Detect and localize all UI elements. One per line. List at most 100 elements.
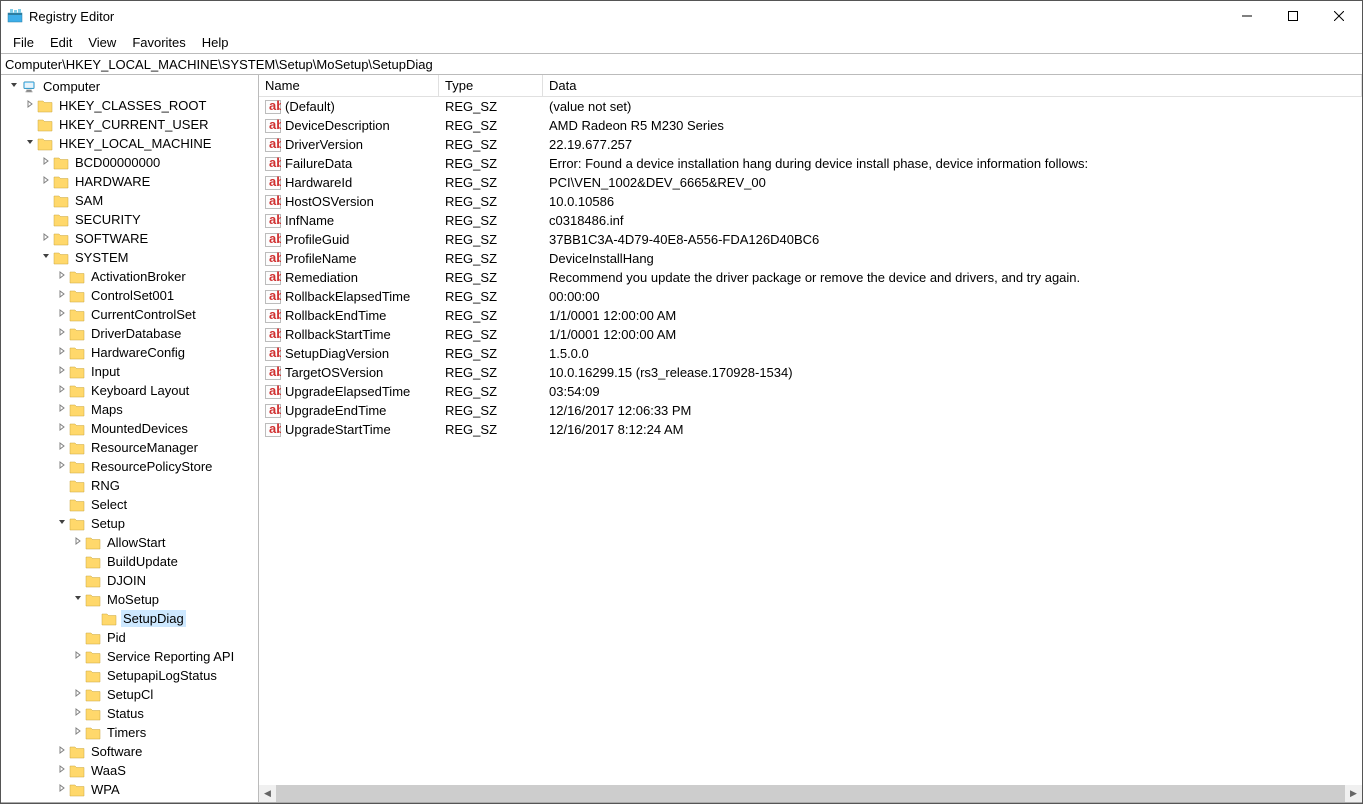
list-row[interactable]: RollbackElapsedTimeREG_SZ00:00:00 — [259, 287, 1362, 306]
chevron-right-icon[interactable] — [55, 745, 69, 758]
tree-item[interactable]: Input — [1, 362, 258, 381]
tree-item[interactable]: ControlSet001 — [1, 286, 258, 305]
tree-item[interactable]: SOFTWARE — [1, 229, 258, 248]
menu-help[interactable]: Help — [194, 33, 237, 52]
list-row[interactable]: HostOSVersionREG_SZ10.0.10586 — [259, 192, 1362, 211]
chevron-right-icon[interactable] — [55, 783, 69, 796]
tree-item[interactable]: SECURITY — [1, 210, 258, 229]
chevron-right-icon[interactable] — [71, 688, 85, 701]
tree-item[interactable]: Computer — [1, 77, 258, 96]
tree-item[interactable]: DriverDatabase — [1, 324, 258, 343]
chevron-down-icon[interactable] — [7, 80, 21, 93]
tree-item[interactable]: Setup — [1, 514, 258, 533]
chevron-down-icon[interactable] — [55, 517, 69, 530]
column-header-name[interactable]: Name — [259, 75, 439, 96]
scroll-left-icon[interactable]: ◀ — [259, 785, 276, 802]
tree-item[interactable]: ActivationBroker — [1, 267, 258, 286]
chevron-right-icon[interactable] — [55, 460, 69, 473]
column-header-data[interactable]: Data — [543, 75, 1362, 96]
chevron-right-icon[interactable] — [71, 536, 85, 549]
tree-item[interactable]: Status — [1, 704, 258, 723]
list-row[interactable]: RollbackEndTimeREG_SZ1/1/0001 12:00:00 A… — [259, 306, 1362, 325]
tree-item[interactable]: SYSTEM — [1, 248, 258, 267]
tree-item[interactable]: SAM — [1, 191, 258, 210]
chevron-right-icon[interactable] — [55, 384, 69, 397]
tree-item[interactable]: Pid — [1, 628, 258, 647]
list-row[interactable]: UpgradeEndTimeREG_SZ12/16/2017 12:06:33 … — [259, 401, 1362, 420]
chevron-right-icon[interactable] — [55, 764, 69, 777]
chevron-right-icon[interactable] — [55, 441, 69, 454]
chevron-right-icon[interactable] — [71, 726, 85, 739]
chevron-right-icon[interactable] — [55, 422, 69, 435]
list-row[interactable]: HardwareIdREG_SZPCI\VEN_1002&DEV_6665&RE… — [259, 173, 1362, 192]
tree-item[interactable]: MoSetup — [1, 590, 258, 609]
tree-item[interactable]: DJOIN — [1, 571, 258, 590]
chevron-right-icon[interactable] — [55, 346, 69, 359]
chevron-right-icon[interactable] — [55, 289, 69, 302]
tree-item[interactable]: SetupCl — [1, 685, 258, 704]
chevron-down-icon[interactable] — [23, 137, 37, 150]
menu-favorites[interactable]: Favorites — [124, 33, 193, 52]
tree-item[interactable]: Software — [1, 742, 258, 761]
address-bar[interactable]: Computer\HKEY_LOCAL_MACHINE\SYSTEM\Setup… — [1, 53, 1362, 75]
list-row[interactable]: UpgradeStartTimeREG_SZ12/16/2017 8:12:24… — [259, 420, 1362, 439]
chevron-right-icon[interactable] — [55, 327, 69, 340]
menu-edit[interactable]: Edit — [42, 33, 80, 52]
list-row[interactable]: DeviceDescriptionREG_SZAMD Radeon R5 M23… — [259, 116, 1362, 135]
tree-item[interactable]: CurrentControlSet — [1, 305, 258, 324]
scroll-thumb[interactable] — [276, 785, 1345, 802]
tree-item[interactable]: HKEY_CLASSES_ROOT — [1, 96, 258, 115]
list-body[interactable]: (Default)REG_SZ(value not set)DeviceDesc… — [259, 97, 1362, 785]
chevron-right-icon[interactable] — [23, 99, 37, 112]
list-row[interactable]: (Default)REG_SZ(value not set) — [259, 97, 1362, 116]
title-bar[interactable]: Registry Editor — [1, 1, 1362, 31]
list-row[interactable]: TargetOSVersionREG_SZ10.0.16299.15 (rs3_… — [259, 363, 1362, 382]
tree-item[interactable]: SetupDiag — [1, 609, 258, 628]
menu-file[interactable]: File — [5, 33, 42, 52]
tree-item[interactable]: HardwareConfig — [1, 343, 258, 362]
tree-item[interactable]: HKEY_CURRENT_USER — [1, 115, 258, 134]
list-row[interactable]: RemediationREG_SZRecommend you update th… — [259, 268, 1362, 287]
tree-item[interactable]: ResourcePolicyStore — [1, 457, 258, 476]
list-row[interactable]: InfNameREG_SZc0318486.inf — [259, 211, 1362, 230]
tree-item[interactable]: HKEY_USERS — [1, 799, 258, 802]
list-row[interactable]: FailureDataREG_SZError: Found a device i… — [259, 154, 1362, 173]
horizontal-scrollbar[interactable]: ◀ ▶ — [259, 785, 1362, 802]
maximize-button[interactable] — [1270, 1, 1316, 31]
chevron-right-icon[interactable] — [55, 365, 69, 378]
column-header-type[interactable]: Type — [439, 75, 543, 96]
chevron-right-icon[interactable] — [55, 270, 69, 283]
chevron-down-icon[interactable] — [71, 593, 85, 606]
chevron-right-icon[interactable] — [55, 308, 69, 321]
tree-item[interactable]: WPA — [1, 780, 258, 799]
chevron-right-icon[interactable] — [71, 650, 85, 663]
chevron-down-icon[interactable] — [39, 251, 53, 264]
tree-item[interactable]: MountedDevices — [1, 419, 258, 438]
list-row[interactable]: ProfileNameREG_SZDeviceInstallHang — [259, 249, 1362, 268]
chevron-right-icon[interactable] — [71, 707, 85, 720]
chevron-right-icon[interactable] — [39, 156, 53, 169]
tree-item[interactable]: RNG — [1, 476, 258, 495]
tree-item[interactable]: HARDWARE — [1, 172, 258, 191]
list-row[interactable]: RollbackStartTimeREG_SZ1/1/0001 12:00:00… — [259, 325, 1362, 344]
tree-item[interactable]: BuildUpdate — [1, 552, 258, 571]
tree-item[interactable]: Select — [1, 495, 258, 514]
tree-item[interactable]: Service Reporting API — [1, 647, 258, 666]
menu-view[interactable]: View — [80, 33, 124, 52]
scroll-right-icon[interactable]: ▶ — [1345, 785, 1362, 802]
list-row[interactable]: SetupDiagVersionREG_SZ1.5.0.0 — [259, 344, 1362, 363]
list-row[interactable]: UpgradeElapsedTimeREG_SZ03:54:09 — [259, 382, 1362, 401]
list-row[interactable]: ProfileGuidREG_SZ37BB1C3A-4D79-40E8-A556… — [259, 230, 1362, 249]
tree-item[interactable]: WaaS — [1, 761, 258, 780]
tree-item[interactable]: ResourceManager — [1, 438, 258, 457]
close-button[interactable] — [1316, 1, 1362, 31]
tree-item[interactable]: SetupapiLogStatus — [1, 666, 258, 685]
list-row[interactable]: DriverVersionREG_SZ22.19.677.257 — [259, 135, 1362, 154]
tree-item[interactable]: Keyboard Layout — [1, 381, 258, 400]
tree-item[interactable]: HKEY_LOCAL_MACHINE — [1, 134, 258, 153]
tree-item[interactable]: BCD00000000 — [1, 153, 258, 172]
chevron-right-icon[interactable] — [39, 175, 53, 188]
chevron-right-icon[interactable] — [55, 403, 69, 416]
tree-item[interactable]: AllowStart — [1, 533, 258, 552]
tree-item[interactable]: Timers — [1, 723, 258, 742]
